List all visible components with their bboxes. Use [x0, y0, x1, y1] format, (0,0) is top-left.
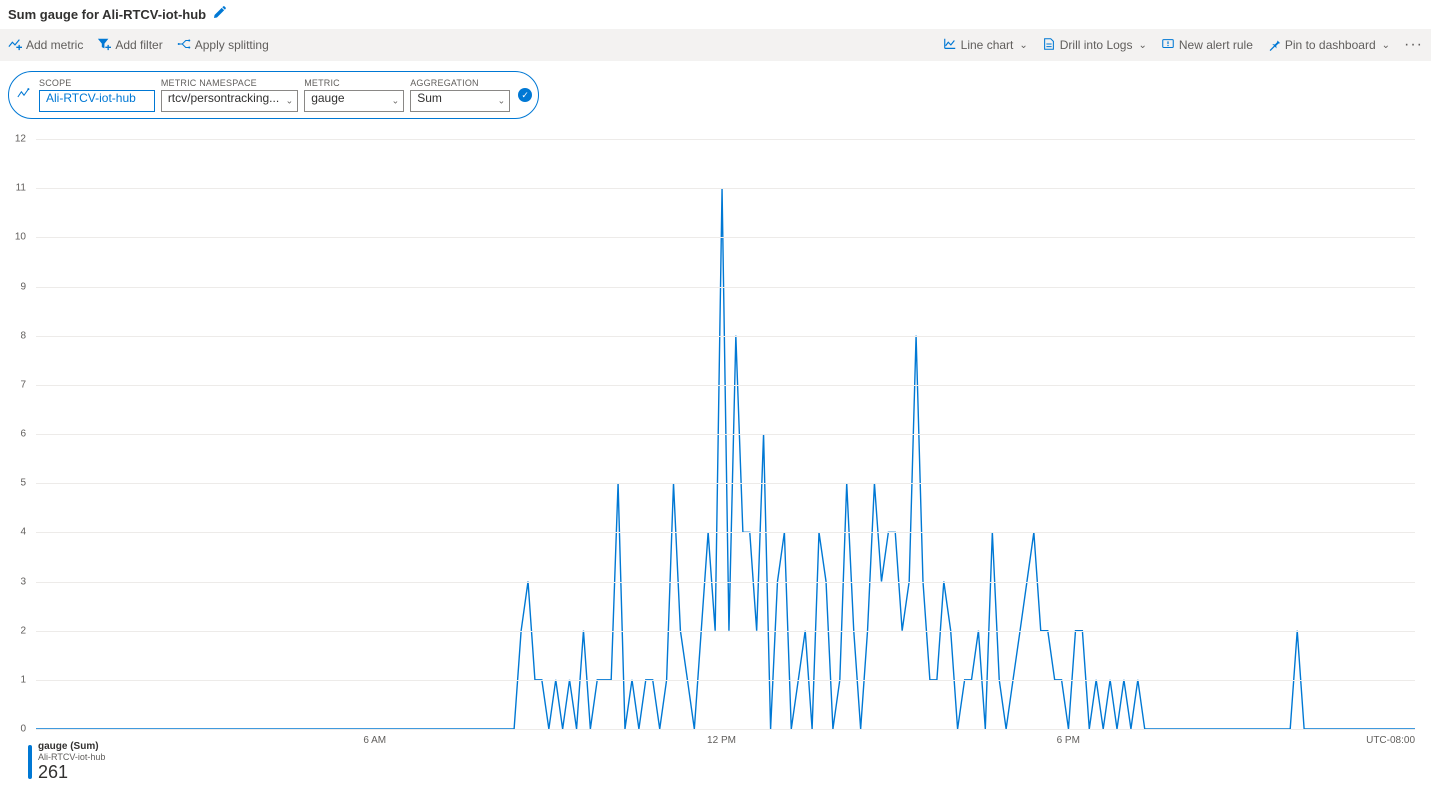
apply-splitting-button[interactable]: Apply splitting	[177, 37, 269, 54]
pin-dashboard-dropdown[interactable]: Pin to dashboard ⌄	[1267, 37, 1390, 54]
new-alert-label: New alert rule	[1179, 38, 1253, 52]
y-axis-tick: 6	[8, 429, 26, 440]
y-axis-tick: 4	[8, 527, 26, 538]
chevron-down-icon: ⌄	[1138, 40, 1146, 51]
page-title: Sum gauge for Ali-RTCV-iot-hub	[8, 7, 206, 22]
chart-plot-area[interactable]: 01234567891011126 AM12 PM6 PMUTC-08:00	[28, 139, 1415, 729]
gridline	[36, 336, 1415, 337]
y-axis-tick: 12	[8, 134, 26, 145]
y-axis-tick: 9	[8, 281, 26, 292]
gridline	[36, 483, 1415, 484]
gridline	[36, 385, 1415, 386]
x-axis-tick: 12 PM	[707, 735, 736, 746]
metric-capsule-icon	[17, 87, 31, 104]
gridline	[36, 188, 1415, 189]
metric-selector[interactable]: gauge	[304, 90, 404, 112]
gridline	[36, 582, 1415, 583]
y-axis-tick: 10	[8, 232, 26, 243]
gridline	[36, 287, 1415, 288]
y-axis-tick: 7	[8, 379, 26, 390]
legend-color-swatch	[28, 745, 32, 779]
y-axis-tick: 2	[8, 625, 26, 636]
gridline	[36, 237, 1415, 238]
gridline	[36, 139, 1415, 140]
line-chart-dropdown[interactable]: Line chart ⌄	[943, 37, 1028, 54]
series-line	[36, 188, 1415, 729]
pin-dashboard-label: Pin to dashboard	[1285, 38, 1376, 52]
split-icon	[177, 37, 191, 54]
scope-selector[interactable]: Ali-RTCV-iot-hub	[39, 90, 155, 112]
y-axis-tick: 8	[8, 330, 26, 341]
y-axis-tick: 5	[8, 478, 26, 489]
y-axis-tick: 1	[8, 674, 26, 685]
drill-logs-label: Drill into Logs	[1060, 38, 1133, 52]
legend-resource: Ali-RTCV-iot-hub	[38, 752, 105, 762]
legend-value: 261	[38, 762, 105, 783]
timezone-label: UTC-08:00	[1366, 735, 1415, 746]
alert-icon	[1161, 37, 1175, 54]
add-filter-button[interactable]: Add filter	[97, 37, 162, 54]
gridline	[36, 729, 1415, 730]
namespace-selector[interactable]: rtcv/persontracking...	[161, 90, 298, 112]
y-axis-tick: 3	[8, 576, 26, 587]
y-axis-tick: 0	[8, 724, 26, 735]
namespace-label: METRIC NAMESPACE	[161, 78, 298, 88]
more-options-button[interactable]: ···	[1404, 36, 1423, 54]
x-axis-tick: 6 PM	[1057, 735, 1080, 746]
edit-title-icon[interactable]	[212, 6, 226, 23]
apply-splitting-label: Apply splitting	[195, 38, 269, 52]
capsule-confirm-icon[interactable]: ✓	[518, 88, 532, 102]
toolbar: Add metric Add filter Apply splitting Li…	[0, 29, 1431, 61]
chevron-down-icon: ⌄	[1019, 40, 1027, 51]
pin-icon	[1267, 37, 1281, 54]
gridline	[36, 532, 1415, 533]
gridline	[36, 434, 1415, 435]
legend-series: gauge (Sum)	[38, 741, 105, 752]
filter-icon	[97, 37, 111, 54]
add-metric-label: Add metric	[26, 38, 83, 52]
y-axis-tick: 11	[8, 183, 26, 194]
x-axis-tick: 6 AM	[363, 735, 386, 746]
metric-capsule: SCOPE Ali-RTCV-iot-hub METRIC NAMESPACE …	[8, 71, 539, 119]
scope-label: SCOPE	[39, 78, 155, 88]
gridline	[36, 631, 1415, 632]
metric-label: METRIC	[304, 78, 404, 88]
line-chart-icon	[943, 37, 957, 54]
logs-icon	[1042, 37, 1056, 54]
line-chart-label: Line chart	[961, 38, 1014, 52]
gridline	[36, 680, 1415, 681]
add-metric-button[interactable]: Add metric	[8, 37, 83, 54]
new-alert-button[interactable]: New alert rule	[1161, 37, 1253, 54]
chevron-down-icon: ⌄	[1382, 40, 1390, 51]
drill-logs-dropdown[interactable]: Drill into Logs ⌄	[1042, 37, 1147, 54]
add-metric-icon	[8, 37, 22, 54]
parameter-bar: SCOPE Ali-RTCV-iot-hub METRIC NAMESPACE …	[0, 61, 1431, 129]
aggregation-selector[interactable]: Sum	[410, 90, 510, 112]
aggregation-label: AGGREGATION	[410, 78, 510, 88]
add-filter-label: Add filter	[115, 38, 162, 52]
